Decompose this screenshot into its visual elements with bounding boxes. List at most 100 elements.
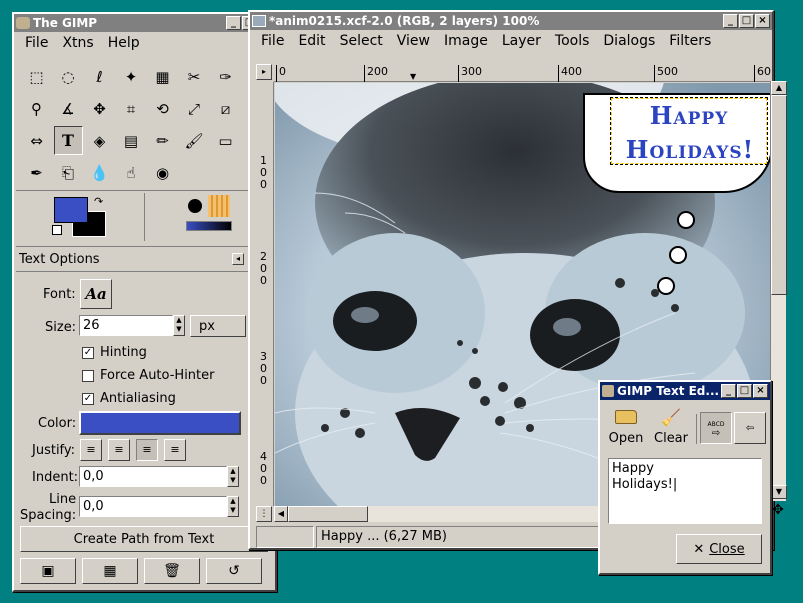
maximize-button[interactable]: □: [737, 384, 752, 398]
horizontal-scroll-thumb[interactable]: [288, 506, 368, 522]
size-unit-select[interactable]: px: [190, 315, 246, 337]
menu-image[interactable]: Image: [437, 33, 495, 49]
dodge-burn-icon[interactable]: ◉: [148, 158, 177, 187]
justify-right-button[interactable]: ≡: [108, 439, 130, 461]
scroll-down-button[interactable]: ▼: [771, 485, 787, 499]
justify-center-button[interactable]: ≡: [136, 439, 158, 461]
panel-menu-button[interactable]: ◂: [232, 253, 244, 265]
text-editor-area[interactable]: Happy Holidays!|: [608, 458, 762, 524]
create-path-button[interactable]: Create Path from Text: [20, 526, 268, 552]
shear-icon[interactable]: ⧄: [211, 94, 240, 123]
close-button[interactable]: ×: [753, 384, 768, 398]
swap-colors-icon[interactable]: ↷: [94, 195, 103, 208]
line-spacing-spinner[interactable]: ▲ ▼: [227, 496, 239, 517]
menu-select[interactable]: Select: [333, 33, 390, 49]
hinting-checkbox[interactable]: ✓: [82, 347, 94, 359]
minimize-button[interactable]: _: [721, 384, 736, 398]
minimize-button[interactable]: _: [226, 16, 241, 30]
restore-options-icon[interactable]: ▦: [82, 558, 138, 584]
text-color-button[interactable]: [79, 411, 241, 435]
close-button[interactable]: ×: [755, 14, 770, 28]
toolbox-bottom-bar: ▣ ▦ 🗑 ↺: [16, 556, 272, 586]
line-spacing-input[interactable]: 0,0: [79, 496, 227, 517]
rect-select-icon[interactable]: ⬚: [22, 62, 51, 91]
close-dialog-button[interactable]: ✕ Close: [676, 534, 762, 564]
menu-help[interactable]: Help: [101, 35, 147, 51]
move-icon[interactable]: ✥: [85, 94, 114, 123]
flip-icon[interactable]: ⇔: [22, 126, 51, 155]
ruler-vertical[interactable]: 100200300400: [256, 82, 274, 506]
toolbox-titlebar[interactable]: The GIMP _ □ ×: [14, 14, 275, 32]
blend-icon[interactable]: ▤: [117, 126, 146, 155]
crop-icon[interactable]: ⌗: [117, 94, 146, 123]
color-area: ↷: [16, 190, 272, 242]
blur-icon[interactable]: 💧: [85, 158, 114, 187]
brush-indicator-icon[interactable]: [188, 199, 202, 213]
minimize-button[interactable]: _: [723, 14, 738, 28]
scroll-left-button[interactable]: ◀: [274, 506, 288, 522]
text-editor-titlebar[interactable]: GIMP Text Ed... _ □ ×: [600, 382, 770, 400]
bucket-fill-icon[interactable]: ◈: [85, 126, 114, 155]
justify-left-button[interactable]: ≡: [80, 439, 102, 461]
antialiasing-checkbox[interactable]: ✓: [82, 393, 94, 405]
image-titlebar[interactable]: *anim0215.xcf-2.0 (RGB, 2 layers) 100% _…: [250, 12, 772, 30]
eraser-icon[interactable]: ▭: [211, 126, 240, 155]
menu-filters[interactable]: Filters: [662, 33, 718, 49]
gradient-indicator-icon[interactable]: [186, 221, 232, 231]
menu-tools[interactable]: Tools: [548, 33, 597, 49]
force-autohinter-checkbox[interactable]: [82, 370, 94, 382]
menu-file[interactable]: File: [254, 33, 291, 49]
thought-dot-1: [677, 211, 695, 229]
scissors-icon[interactable]: ✂: [180, 62, 209, 91]
vertical-scroll-thumb[interactable]: [771, 95, 787, 295]
open-button[interactable]: Open: [606, 408, 646, 452]
menu-view[interactable]: View: [390, 33, 437, 49]
ruler-top-label: 0: [276, 65, 286, 82]
vertical-scrollbar[interactable]: ▲ ▼: [770, 81, 787, 501]
ruler-left-label: 0: [260, 474, 267, 487]
clear-button[interactable]: 🧹 Clear: [650, 408, 692, 452]
ruler-horizontal[interactable]: 0 200 300 400 500 60 ▼: [274, 64, 771, 82]
ruler-left-label: 0: [260, 178, 267, 191]
ltr-direction-button[interactable]: ABCD ⇨: [700, 412, 732, 444]
save-options-icon[interactable]: ▣: [20, 558, 76, 584]
default-colors-icon[interactable]: [52, 225, 62, 235]
rotate-icon[interactable]: ⟲: [148, 94, 177, 123]
size-input[interactable]: 26: [79, 315, 173, 336]
reset-options-icon[interactable]: ↺: [206, 558, 262, 584]
rtl-direction-button[interactable]: ⇦: [734, 412, 766, 444]
text-icon[interactable]: T: [53, 126, 83, 155]
maximize-button[interactable]: □: [739, 14, 754, 28]
smudge-icon[interactable]: ☝: [117, 158, 146, 187]
ruler-corner-button[interactable]: ▸: [256, 64, 272, 80]
ellipse-select-icon[interactable]: ◌: [54, 62, 83, 91]
size-spinner[interactable]: ▲ ▼: [173, 315, 185, 336]
paintbrush-icon[interactable]: 🖌: [180, 126, 209, 155]
font-selector-button[interactable]: Aa: [80, 279, 112, 309]
scroll-up-button[interactable]: ▲: [771, 81, 787, 95]
justify-fill-button[interactable]: ≡: [164, 439, 186, 461]
quickmask-toggle[interactable]: ⋮: [256, 506, 272, 522]
clone-icon[interactable]: ⎗: [54, 158, 83, 187]
fg-color-swatch[interactable]: [54, 197, 88, 223]
pencil-icon[interactable]: ✏: [148, 126, 177, 155]
paths-icon[interactable]: ✑: [211, 62, 240, 91]
color-select-icon[interactable]: ▦: [148, 62, 177, 91]
menu-xtns[interactable]: Xtns: [55, 35, 100, 51]
ink-icon[interactable]: ✒: [22, 158, 51, 187]
magnify-icon[interactable]: ⚲: [22, 94, 51, 123]
scale-icon[interactable]: ⤢: [180, 94, 209, 123]
menu-file[interactable]: File: [18, 35, 55, 51]
indent-spinner[interactable]: ▲ ▼: [227, 466, 239, 487]
lasso-icon[interactable]: ℓ: [85, 62, 114, 91]
indent-input[interactable]: 0,0: [79, 466, 227, 487]
menu-edit[interactable]: Edit: [291, 33, 332, 49]
magic-wand-icon[interactable]: ✦: [117, 62, 146, 91]
ruler-top-label: 60: [754, 65, 771, 82]
menu-layer[interactable]: Layer: [495, 33, 548, 49]
navigate-icon[interactable]: ✥: [770, 502, 786, 518]
pattern-indicator-icon[interactable]: [208, 195, 230, 217]
menu-dialogs[interactable]: Dialogs: [596, 33, 662, 49]
measure-icon[interactable]: ∡: [54, 94, 83, 123]
delete-options-icon[interactable]: 🗑: [144, 558, 200, 584]
